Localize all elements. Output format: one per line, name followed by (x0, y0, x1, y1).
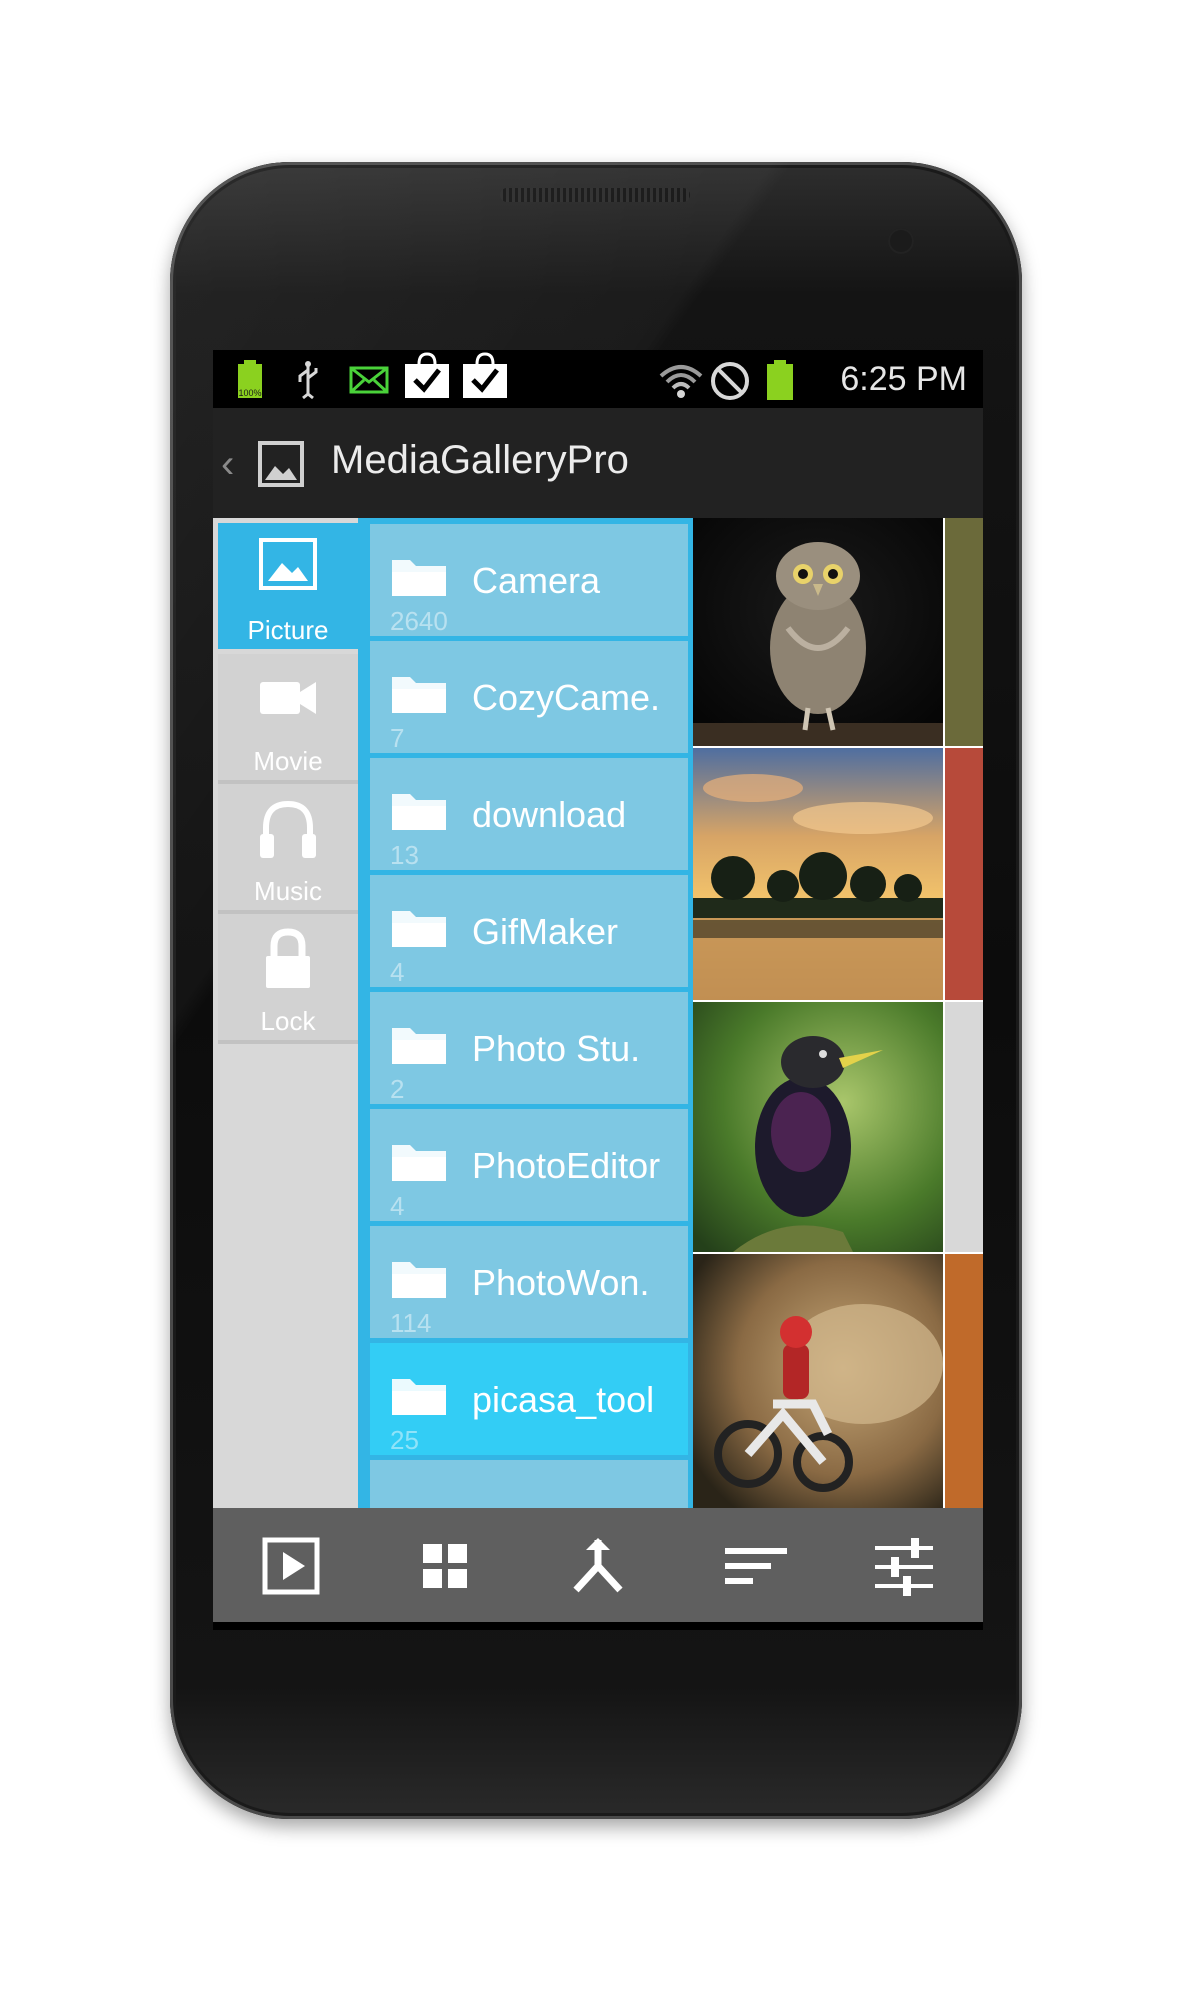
thumbnail-partial[interactable] (945, 748, 983, 1000)
folder-icon (390, 905, 448, 954)
usb-icon (293, 360, 323, 400)
grid-view-icon[interactable] (415, 1536, 475, 1596)
folder-icon (390, 554, 448, 603)
wifi-icon (659, 360, 703, 400)
folder-name: CozyCame. (472, 677, 661, 718)
folder-count: 114 (390, 1308, 432, 1338)
lock-icon (258, 928, 318, 997)
category-sidebar: Picture Movie Music Lock (213, 518, 363, 1508)
folder-name: GifMaker (472, 911, 619, 952)
thumbnail-grid (693, 518, 983, 1508)
action-bar: ‹ MediaGalleryPro (213, 408, 983, 518)
content-area: Picture Movie Music Lock Camera 2640 Coz… (213, 518, 983, 1508)
folder-icon (390, 1022, 448, 1071)
folder-name: Camera (472, 560, 601, 601)
thumbnail-owl[interactable] (693, 518, 943, 746)
folder-item-partial[interactable] (370, 1460, 688, 1508)
folder-count: 13 (390, 840, 419, 870)
email-icon (349, 364, 389, 404)
folder-name: download (472, 794, 627, 835)
folder-icon (390, 1373, 448, 1422)
battery-percent-label: 100% (238, 388, 261, 398)
headphones-icon (258, 798, 318, 867)
merge-icon[interactable] (568, 1536, 628, 1596)
clock-time: 6:25 PM (840, 360, 967, 398)
folder-item[interactable]: CozyCame. 7 (370, 641, 688, 753)
do-not-disturb-icon (709, 360, 751, 400)
video-camera-icon (258, 668, 318, 733)
task-check-icon (403, 352, 451, 398)
screen: 100% 6:25 PM ‹ MediaGalleryPro Picture M… (213, 350, 983, 1630)
thumbnail-partial[interactable] (945, 1002, 983, 1252)
folder-icon (390, 1256, 448, 1305)
app-title: MediaGalleryPro (331, 438, 629, 482)
folder-icon (390, 1139, 448, 1188)
category-label: Music (254, 876, 322, 906)
back-chevron-icon[interactable]: ‹ (221, 442, 234, 487)
folder-icon (390, 671, 448, 720)
folder-item[interactable]: GifMaker 4 (370, 875, 688, 987)
folder-item[interactable]: Camera 2640 (370, 524, 688, 636)
picture-icon (258, 537, 318, 598)
folder-item[interactable]: Photo Stu. 2 (370, 992, 688, 1104)
front-camera (888, 228, 914, 254)
folder-list: Camera 2640 CozyCame. 7 download 13 GifMaker 4 P… (358, 518, 693, 1508)
battery-full-icon: 100% (235, 360, 267, 400)
category-label: Lock (260, 1006, 316, 1036)
battery-icon (765, 360, 795, 400)
folder-name: PhotoEditor (472, 1145, 661, 1186)
folder-count: 25 (390, 1425, 419, 1455)
folder-item[interactable]: picasa_tool 25 (370, 1343, 688, 1455)
task-check-icon (461, 352, 509, 398)
thumbnail-sunset-trees[interactable] (693, 748, 943, 1000)
settings-sliders-icon[interactable] (873, 1536, 933, 1596)
thumbnail-partial[interactable] (945, 1254, 983, 1508)
category-picture[interactable]: Picture (218, 523, 358, 649)
folder-icon (390, 788, 448, 837)
folder-count: 2 (390, 1074, 405, 1104)
slideshow-icon[interactable] (261, 1536, 321, 1596)
sort-icon[interactable] (721, 1536, 787, 1596)
folder-count: 4 (390, 957, 405, 987)
thumbnail-dirt-bike[interactable] (693, 1254, 943, 1508)
gallery-app-icon[interactable] (257, 440, 305, 493)
folder-name: Photo Stu. (472, 1028, 641, 1069)
category-movie[interactable]: Movie (218, 654, 358, 784)
folder-name: PhotoWon. (472, 1262, 650, 1303)
category-music[interactable]: Music (218, 784, 358, 914)
category-lock[interactable]: Lock (218, 914, 358, 1044)
category-label: Movie (253, 746, 323, 776)
folder-name: picasa_tool (472, 1379, 655, 1420)
thumbnail-partial[interactable] (945, 518, 983, 746)
folder-count: 7 (390, 723, 405, 753)
folder-count: 2640 (390, 606, 448, 636)
folder-item[interactable]: download 13 (370, 758, 688, 870)
status-bar: 100% 6:25 PM (213, 350, 983, 408)
folder-item[interactable]: PhotoWon. 114 (370, 1226, 688, 1338)
folder-item[interactable]: PhotoEditor 4 (370, 1109, 688, 1221)
folder-count: 4 (390, 1191, 405, 1221)
thumbnail-starling-bird[interactable] (693, 1002, 943, 1252)
bottom-toolbar (213, 1508, 983, 1622)
earpiece-speaker (500, 188, 690, 202)
category-label: Picture (247, 615, 329, 645)
